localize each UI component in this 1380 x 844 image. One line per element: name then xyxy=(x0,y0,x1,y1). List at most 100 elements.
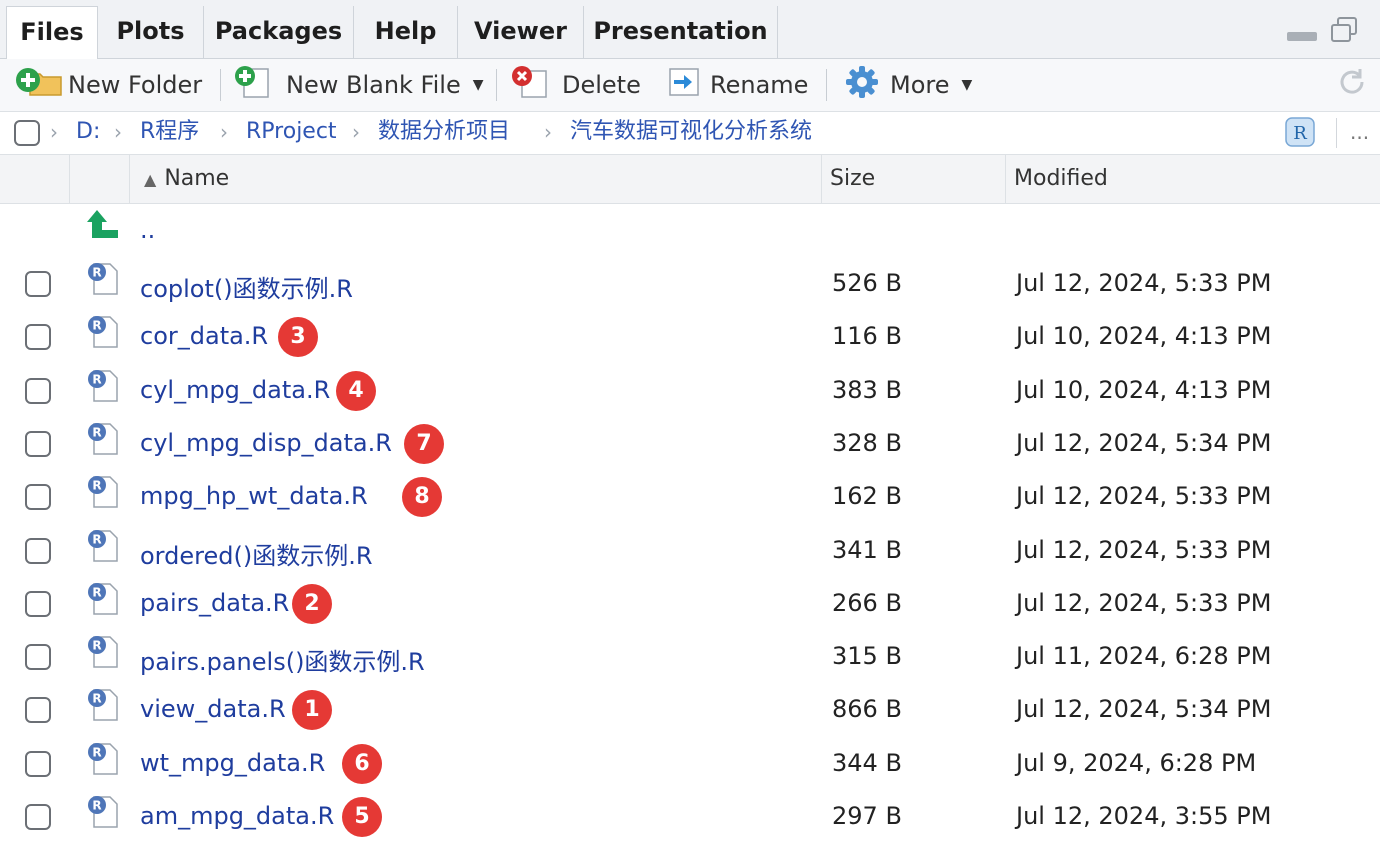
file-name-link[interactable]: wt_mpg_data.R xyxy=(140,749,325,777)
tab-packages[interactable]: Packages xyxy=(204,6,354,58)
breadcrumb-separator-icon: › xyxy=(50,120,58,144)
file-modified-date: Jul 12, 2024, 3:55 PM xyxy=(1016,802,1272,830)
file-name-link[interactable]: view_data.R xyxy=(140,695,286,723)
file-select-checkbox[interactable] xyxy=(25,324,51,350)
table-row[interactable]: Rmpg_hp_wt_data.R 8 162 B Jul 12, 2024, 5:3… xyxy=(0,471,1380,524)
number-badge: 2 xyxy=(292,584,332,624)
file-name-link[interactable]: cor_data.R xyxy=(140,322,268,350)
table-row[interactable]: Rcyl_mpg_data.R 4 383 B Jul 10, 2024, 4:13 … xyxy=(0,365,1380,418)
file-select-checkbox[interactable] xyxy=(25,484,51,510)
svg-text:R: R xyxy=(92,533,101,547)
files-toolbar: New Folder New Blank File ▼ Delete Renam… xyxy=(0,59,1380,112)
file-name-link[interactable]: coplot()函数示例.R xyxy=(140,269,353,304)
delete-button[interactable]: Delete xyxy=(510,59,641,111)
file-size: 383 B xyxy=(832,376,902,404)
chevron-down-icon: ▼ xyxy=(472,77,484,93)
file-select-checkbox[interactable] xyxy=(25,271,51,297)
breadcrumb-divider xyxy=(1336,118,1337,148)
r-script-file-icon: R xyxy=(86,582,120,620)
number-badge: 3 xyxy=(278,317,318,357)
file-select-checkbox[interactable] xyxy=(25,431,51,457)
r-script-file-icon: R xyxy=(86,315,120,353)
file-modified-date: Jul 10, 2024, 4:13 PM xyxy=(1016,322,1272,350)
file-size: 297 B xyxy=(832,802,902,830)
svg-text:R: R xyxy=(92,586,101,600)
file-name-link[interactable]: mpg_hp_wt_data.R xyxy=(140,482,368,510)
file-name-link[interactable]: cyl_mpg_disp_data.R xyxy=(140,429,392,457)
file-select-checkbox[interactable] xyxy=(25,378,51,404)
more-button[interactable]: More ▼ xyxy=(844,59,972,111)
chevron-down-icon: ▼ xyxy=(961,77,973,93)
header-modified-column[interactable]: Modified xyxy=(1006,155,1380,203)
table-row[interactable]: Rpairs_data.R 2 266 B Jul 12, 2024, 5:33 PM xyxy=(0,578,1380,631)
header-name-column[interactable]: ▲ Name xyxy=(130,155,822,203)
rename-button[interactable]: Rename xyxy=(664,59,808,111)
file-name-link[interactable]: pairs_data.R xyxy=(140,589,289,617)
number-badge: 6 xyxy=(342,744,382,784)
table-row[interactable]: Rview_data.R 1 866 B Jul 12, 2024, 5:34 PM xyxy=(0,684,1380,737)
file-select-checkbox[interactable] xyxy=(25,591,51,617)
tab-plots[interactable]: Plots xyxy=(98,6,204,58)
minimize-pane-icon[interactable] xyxy=(1287,32,1317,41)
r-script-file-icon: R xyxy=(86,422,120,460)
file-name-link[interactable]: pairs.panels()函数示例.R xyxy=(140,642,425,677)
file-size: 266 B xyxy=(832,589,902,617)
file-size: 526 B xyxy=(832,269,902,297)
r-script-file-icon: R xyxy=(86,795,120,833)
rename-icon xyxy=(664,65,704,105)
header-size-column[interactable]: Size xyxy=(822,155,1006,203)
new-blank-file-button[interactable]: New Blank File ▼ xyxy=(234,59,484,111)
file-select-checkbox[interactable] xyxy=(25,644,51,670)
file-size: 866 B xyxy=(832,695,902,723)
tab-viewer[interactable]: Viewer xyxy=(458,6,584,58)
file-name-link[interactable]: am_mpg_data.R xyxy=(140,802,334,830)
toolbar-separator xyxy=(826,69,827,101)
tab-help[interactable]: Help xyxy=(354,6,458,58)
number-badge: 4 xyxy=(336,371,376,411)
new-file-icon xyxy=(234,65,274,105)
new-folder-button[interactable]: New Folder xyxy=(14,59,202,111)
table-row[interactable]: Rcor_data.R 3 116 B Jul 10, 2024, 4:13 PM xyxy=(0,311,1380,364)
breadcrumb: › D: › R程序 › RProject › 数据分析项目 › 汽车数据可视化… xyxy=(0,112,1380,155)
refresh-button[interactable] xyxy=(1336,59,1368,111)
breadcrumb-current-folder[interactable]: 汽车数据可视化分析系统 xyxy=(570,112,812,154)
table-row[interactable]: Rcyl_mpg_disp_data.R 7 328 B Jul 12, 2024, … xyxy=(0,418,1380,471)
parent-directory-row[interactable]: .. xyxy=(0,204,1380,257)
file-select-checkbox[interactable] xyxy=(25,804,51,830)
file-modified-date: Jul 11, 2024, 6:28 PM xyxy=(1016,642,1272,670)
breadcrumb-rproject[interactable]: RProject xyxy=(246,112,337,154)
file-name-link[interactable]: cyl_mpg_data.R xyxy=(140,376,330,404)
svg-text:R: R xyxy=(92,479,101,493)
r-script-file-icon: R xyxy=(86,742,120,780)
parent-directory-link[interactable]: .. xyxy=(140,216,155,244)
toolbar-separator xyxy=(496,69,497,101)
table-row[interactable]: Rcoplot()函数示例.R 526 B Jul 12, 2024, 5:33 P… xyxy=(0,258,1380,311)
breadcrumb-data-analysis[interactable]: 数据分析项目 xyxy=(378,112,510,154)
file-size: 344 B xyxy=(832,749,902,777)
table-row[interactable]: Rordered()函数示例.R 341 B Jul 12, 2024, 5:33 … xyxy=(0,525,1380,578)
breadcrumb-drive[interactable]: D: xyxy=(76,112,100,154)
maximize-pane-icon[interactable] xyxy=(1330,17,1358,43)
file-name-link[interactable]: ordered()函数示例.R xyxy=(140,536,373,571)
rename-label: Rename xyxy=(710,71,809,99)
r-script-file-icon: R xyxy=(86,529,120,567)
file-select-checkbox[interactable] xyxy=(25,538,51,564)
file-select-checkbox[interactable] xyxy=(25,751,51,777)
file-select-checkbox[interactable] xyxy=(25,697,51,723)
table-row[interactable]: Rwt_mpg_data.R 6 344 B Jul 9, 2024, 6:28 PM xyxy=(0,738,1380,791)
r-project-icon[interactable]: R xyxy=(1284,116,1316,152)
more-label: More xyxy=(890,71,950,99)
table-row[interactable]: Rpairs.panels()函数示例.R 315 B Jul 11, 2024, … xyxy=(0,631,1380,684)
file-size: 315 B xyxy=(832,642,902,670)
table-row[interactable]: Ram_mpg_data.R 5 297 B Jul 12, 2024, 3:55 P… xyxy=(0,791,1380,844)
tab-files[interactable]: Files xyxy=(6,6,98,59)
tab-presentation[interactable]: Presentation xyxy=(584,6,778,58)
breadcrumb-r-programs[interactable]: R程序 xyxy=(140,112,199,154)
breadcrumb-more-button[interactable]: ... xyxy=(1350,112,1369,154)
new-folder-icon xyxy=(14,66,64,104)
sort-ascending-icon: ▲ xyxy=(144,170,157,189)
r-script-file-icon: R xyxy=(86,635,120,673)
file-list-header: ▲ Name Size Modified xyxy=(0,155,1380,204)
header-size-label: Size xyxy=(830,166,876,191)
select-all-checkbox[interactable] xyxy=(14,120,40,146)
